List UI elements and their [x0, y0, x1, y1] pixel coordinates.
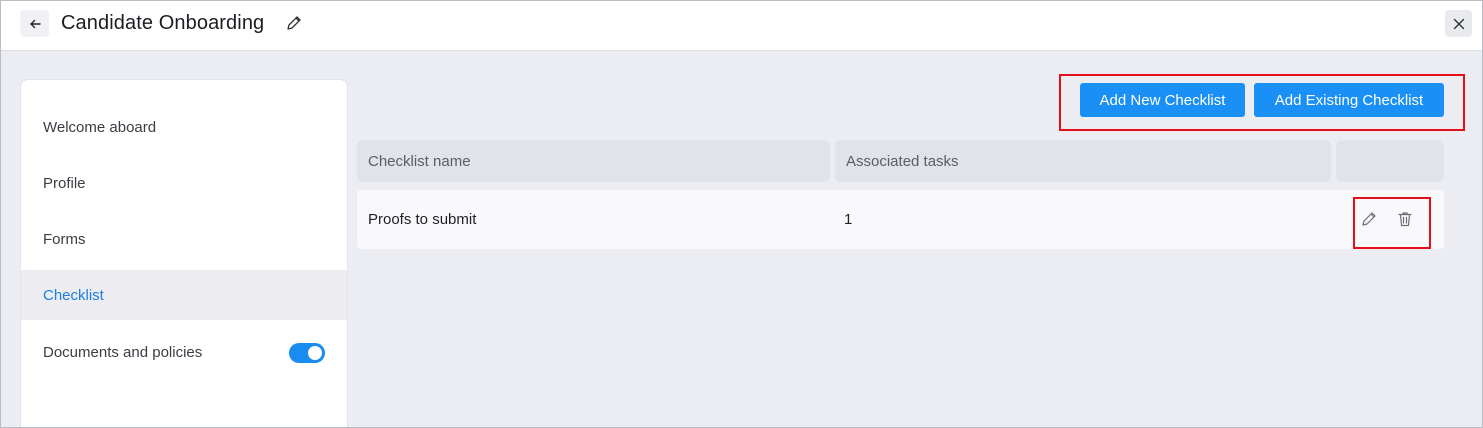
column-header-label: Associated tasks: [846, 152, 959, 170]
sidebar-item-checklist[interactable]: Checklist: [21, 270, 347, 320]
arrow-left-icon: [29, 19, 41, 28]
header-bar: Candidate Onboarding: [1, 1, 1482, 51]
app-window: Candidate Onboarding Welcome aboard Prof…: [0, 0, 1483, 428]
sidebar-item-label: Documents and policies: [43, 343, 203, 361]
sidebar-item-label: Forms: [43, 230, 86, 248]
sidebar-item-profile[interactable]: Profile: [21, 158, 347, 208]
column-header-checklist-name: Checklist name: [357, 140, 830, 182]
page-title: Candidate Onboarding: [61, 12, 265, 34]
sidebar-item-forms[interactable]: Forms: [21, 214, 347, 264]
close-icon: [1453, 18, 1464, 29]
associated-tasks-cell: 1: [844, 211, 853, 228]
add-existing-checklist-button[interactable]: Add Existing Checklist: [1254, 83, 1444, 117]
column-header-associated-tasks: Associated tasks: [835, 140, 1331, 182]
highlight-box-row-actions: [1353, 197, 1431, 249]
sidebar-item-label: Checklist: [43, 286, 104, 304]
pencil-icon: [287, 16, 301, 30]
column-header-label: Checklist name: [368, 152, 471, 170]
documents-toggle[interactable]: [289, 343, 325, 363]
sidebar-item-welcome-aboard[interactable]: Welcome aboard: [21, 102, 347, 152]
sidebar-item-label: Profile: [43, 174, 86, 192]
column-header-actions: [1336, 140, 1444, 182]
checklist-name-cell: Proofs to submit: [368, 211, 477, 228]
add-new-checklist-button[interactable]: Add New Checklist: [1080, 83, 1245, 117]
close-button[interactable]: [1445, 10, 1472, 37]
sidebar: Welcome aboard Profile Forms Checklist D…: [20, 79, 348, 427]
sidebar-item-documents-and-policies[interactable]: Documents and policies: [21, 327, 347, 377]
sidebar-item-label: Welcome aboard: [43, 118, 157, 136]
edit-title-button[interactable]: [285, 14, 303, 32]
back-button[interactable]: [20, 10, 49, 37]
table-row[interactable]: Proofs to submit 1: [357, 190, 1444, 249]
